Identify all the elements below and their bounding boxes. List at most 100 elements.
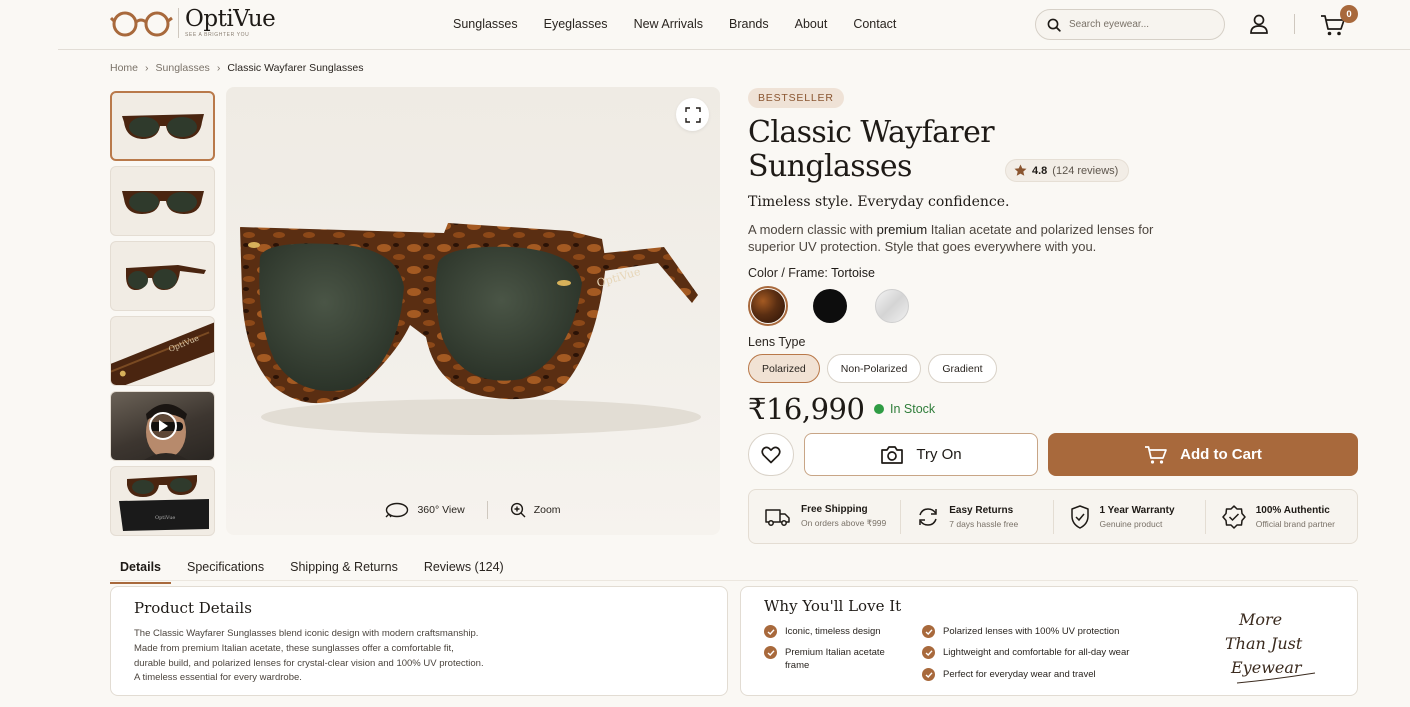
search-box[interactable]	[1035, 9, 1225, 40]
product-price: ₹16,990	[748, 392, 865, 426]
feature-subtitle: On orders above ₹999	[801, 518, 887, 528]
nav-brands[interactable]: Brands	[729, 17, 769, 31]
thumbnail-case[interactable]: OptiVue	[110, 466, 215, 536]
breadcrumb-separator: ›	[145, 62, 149, 74]
benefit-text: Iconic, timeless design	[785, 626, 881, 637]
tab-details[interactable]: Details	[110, 560, 171, 584]
cart-icon	[1145, 445, 1168, 464]
script-line: Than Just	[1225, 634, 1303, 653]
try-on-button[interactable]: Try On	[804, 433, 1038, 476]
tortoise-swatch-fill	[751, 289, 785, 323]
stock-label: In Stock	[890, 402, 936, 416]
nav-contact[interactable]: Contact	[853, 17, 896, 31]
thumbnail-front[interactable]	[110, 91, 215, 161]
color-swatches	[748, 286, 912, 326]
tab-shipping-returns[interactable]: Shipping & Returns	[280, 560, 408, 584]
clear-swatch-fill	[875, 289, 909, 323]
product-title: Classic Wayfarer Sunglasses	[748, 115, 995, 184]
temple-closeup-image: OptiVue	[111, 322, 214, 385]
rating-pill[interactable]: 4.8 (124 reviews)	[1005, 159, 1130, 182]
product-description: A modern classic with premium Italian ac…	[748, 221, 1178, 255]
description-text: A modern classic with	[748, 222, 877, 237]
product-tabs: Details Specifications Shipping & Return…	[110, 560, 520, 584]
benefit-text: Premium Italian acetate frame	[785, 647, 885, 671]
nav-eyeglasses[interactable]: Eyeglasses	[544, 17, 608, 31]
returns-icon	[919, 507, 937, 526]
feature-subtitle: Genuine product	[1099, 518, 1163, 529]
check-icon	[764, 625, 777, 638]
feature-title: Easy Returns	[949, 504, 1014, 516]
zoom-button[interactable]: Zoom	[510, 502, 561, 518]
swatch-tortoise[interactable]	[748, 286, 788, 326]
tab-specifications[interactable]: Specifications	[177, 560, 274, 584]
thumbnail-temple-detail[interactable]: OptiVue	[110, 316, 215, 386]
search-input[interactable]	[1069, 19, 1209, 30]
view-360-label: 360° View	[417, 504, 465, 516]
truck-icon	[765, 508, 790, 526]
thumbnail-straight[interactable]	[110, 166, 215, 236]
logo[interactable]: OptiVue SEE A BRIGHTER YOU	[110, 6, 276, 38]
swatch-black[interactable]	[810, 286, 850, 326]
play-icon	[159, 420, 168, 432]
description-highlight: premium	[876, 222, 928, 237]
color-label-text: Color / Frame:	[748, 266, 832, 280]
breadcrumb-sunglasses[interactable]: Sunglasses	[156, 62, 210, 74]
benefit-item: Iconic, timeless design	[764, 625, 881, 638]
feature-title: 100% Authentic	[1255, 504, 1330, 516]
brand-tagline: SEE A BRIGHTER YOU	[185, 32, 250, 38]
sunglasses-thumb-image	[125, 265, 206, 290]
camera-icon	[881, 445, 904, 464]
feature-title: Free Shipping	[801, 504, 868, 515]
add-to-cart-label: Add to Cart	[1180, 446, 1262, 463]
star-icon	[1014, 164, 1027, 176]
stock-status: In Stock	[874, 402, 935, 416]
view-360-button[interactable]: 360° View	[385, 502, 465, 518]
details-line: durable build, and polarized lenses for …	[134, 657, 484, 669]
breadcrumb-home[interactable]: Home	[110, 62, 138, 74]
expand-icon	[684, 106, 701, 123]
benefit-text: Lightweight and comfortable for all-day …	[943, 647, 1130, 658]
benefit-item: Polarized lenses with 100% UV protection	[922, 625, 1119, 638]
thumbnail-gallery: OptiVue OptiVue	[110, 91, 215, 541]
play-video-button[interactable]	[149, 412, 177, 440]
main-product-image[interactable]: OptiVue 360° View Zoom	[226, 87, 720, 535]
header-divider	[1294, 14, 1295, 34]
add-to-cart-button[interactable]: Add to Cart	[1048, 433, 1358, 476]
lens-option-polarized[interactable]: Polarized	[748, 354, 820, 383]
feature-free-shipping: Free Shipping On orders above ₹999	[749, 499, 902, 534]
site-header: OptiVue SEE A BRIGHTER YOU Sunglasses Ey…	[58, 0, 1410, 50]
why-love-title: Why You'll Love It	[764, 597, 902, 615]
nav-sunglasses[interactable]: Sunglasses	[453, 17, 518, 31]
swatch-clear[interactable]	[872, 286, 912, 326]
zoom-label: Zoom	[533, 504, 561, 516]
cart-count-badge: 0	[1340, 5, 1358, 23]
product-details-card: Product Details The Classic Wayfarer Sun…	[110, 586, 728, 696]
rating-score: 4.8	[1032, 164, 1048, 177]
user-account-icon[interactable]	[1248, 13, 1270, 35]
check-icon	[922, 646, 935, 659]
wishlist-button[interactable]	[748, 433, 794, 476]
check-icon	[922, 668, 935, 681]
in-stock-dot-icon	[874, 404, 884, 414]
benefit-item: Perfect for everyday wear and travel	[922, 668, 1096, 681]
nav-about[interactable]: About	[795, 17, 828, 31]
tab-reviews[interactable]: Reviews (124)	[414, 560, 514, 584]
nav-new-arrivals[interactable]: New Arrivals	[634, 17, 703, 31]
lens-option-non-polarized[interactable]: Non-Polarized	[826, 354, 922, 383]
thumbnail-video[interactable]	[110, 391, 215, 461]
check-icon	[764, 646, 777, 659]
why-love-card: Why You'll Love It Iconic, timeless desi…	[740, 586, 1358, 696]
sunglasses-thumb-image	[121, 191, 204, 214]
rotate-360-icon	[385, 502, 409, 518]
lens-option-gradient[interactable]: Gradient	[928, 354, 997, 383]
image-view-controls: 360° View Zoom	[226, 485, 720, 535]
fullscreen-button[interactable]	[676, 98, 709, 131]
brand-name: OptiVue	[185, 6, 276, 32]
color-label: Color / Frame: Tortoise	[748, 266, 875, 280]
svg-text:OptiVue: OptiVue	[155, 515, 175, 521]
heart-icon	[761, 446, 781, 463]
details-line: The Classic Wayfarer Sunglasses blend ic…	[134, 628, 479, 639]
breadcrumb-current: Classic Wayfarer Sunglasses	[227, 62, 364, 74]
product-tagline: Timeless style. Everyday confidence.	[748, 194, 1010, 210]
thumbnail-angle[interactable]	[110, 241, 215, 311]
